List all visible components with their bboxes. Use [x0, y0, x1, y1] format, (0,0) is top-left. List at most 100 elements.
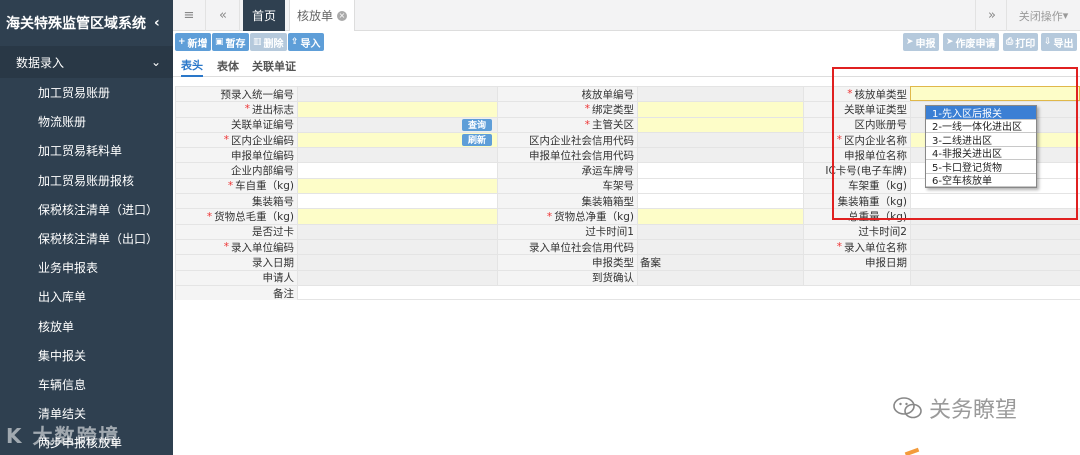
field-input[interactable] [637, 131, 803, 148]
required-marker: * [223, 134, 229, 147]
chevron-left-icon[interactable]: ‹ [154, 15, 160, 31]
tab-bar: ≡ « 首页 核放单 × » 关闭操作 ▾ [173, 0, 1080, 31]
tab-home[interactable]: 首页 [243, 0, 285, 31]
field-input[interactable] [910, 254, 1080, 270]
required-marker: * [206, 210, 213, 223]
sidebar-item[interactable]: 出入库单 [0, 282, 173, 311]
dropdown-option[interactable]: 6-空车核放单 [926, 174, 1036, 187]
upload-icon: ⇪ [291, 37, 299, 47]
sidebar-item[interactable]: 加工贸易账册报核 [0, 166, 173, 195]
export-button[interactable]: ⇩ 导出 [1041, 33, 1077, 51]
close-operations-dropdown[interactable]: 关闭操作 ▾ [1006, 0, 1080, 31]
sidebar-item[interactable]: 物流账册 [0, 107, 173, 136]
field-label-text: 预录入统一编号 [220, 88, 295, 101]
app-window: 海关特殊监管区域系统 ‹ 数据录入 ⌄ 加工贸易账册 物流账册 加工贸易耗料单 加工贸… [0, 0, 1080, 455]
field-input[interactable] [637, 116, 803, 132]
sidebar-item[interactable]: 业务申报表 [0, 253, 173, 282]
field-label: 过卡时间1 [497, 223, 637, 239]
field-label-text: 绑定类型 [592, 103, 634, 116]
field-label-text: 过卡时间2 [858, 226, 907, 239]
nav-list: 加工贸易账册 物流账册 加工贸易耗料单 加工贸易账册报核 保税核注清单（进口） 保税核注清… [0, 78, 173, 455]
field-input[interactable] [637, 238, 803, 255]
add-button[interactable]: + 新增 [175, 33, 211, 51]
field-input[interactable] [637, 177, 803, 194]
tab-related-docs[interactable]: 关联单证 [252, 55, 296, 77]
field-input[interactable] [910, 238, 1080, 255]
tab-scroll-left-icon[interactable]: « [207, 0, 240, 31]
field-input[interactable] [297, 147, 497, 163]
sidebar-item[interactable]: 车辆信息 [0, 370, 173, 399]
tab-scroll-right-icon[interactable]: » [975, 0, 1008, 31]
field-label-text: 申报单位社会信用代码 [529, 149, 634, 162]
tab-header[interactable]: 表头 [181, 55, 203, 77]
add-label: 新增 [187, 38, 208, 50]
toolbar: + 新增 ▣ 暂存 ▥ 删除 ⇪ 导入 ➤ 申报 ➤ 作废申请 ⎙ 打印 ⇩ 导出 [173, 33, 1080, 53]
required-marker: * [836, 241, 842, 254]
field-label: * 录入单位名称 [803, 238, 910, 255]
field-input[interactable] [637, 147, 803, 163]
field-label: 核放单编号 [497, 86, 637, 102]
remark-input[interactable] [297, 284, 1080, 301]
field-input[interactable] [910, 269, 1080, 285]
watermark-right-text: 关务瞭望 [929, 398, 1018, 423]
caret-down-icon: ▾ [1062, 9, 1069, 22]
import-button[interactable]: ⇪ 导入 [288, 33, 324, 51]
field-label: 集装箱号 [175, 193, 297, 209]
field-input[interactable]: 备案 [637, 254, 803, 270]
field-input[interactable] [637, 208, 803, 224]
field-label-text: 承运车牌号 [581, 165, 635, 178]
field-input[interactable]: 查询 [297, 116, 497, 132]
field-label: 到货确认 [497, 269, 637, 285]
field-label-text: 是否过卡 [252, 226, 294, 239]
save-draft-button[interactable]: ▣ 暂存 [212, 33, 249, 51]
sidebar-item[interactable]: 核放单 [0, 312, 173, 341]
field-input[interactable]: 刷新 [297, 131, 497, 148]
close-icon[interactable]: × [337, 10, 347, 21]
field-input[interactable] [297, 238, 497, 255]
field-input[interactable] [637, 86, 803, 102]
sidebar-item[interactable]: 保税核注清单（进口） [0, 195, 173, 224]
field-input[interactable] [297, 269, 497, 285]
refresh-button[interactable]: 刷新 [462, 133, 492, 146]
field-label-text: 过卡时间1 [585, 226, 634, 239]
menu-toggle-icon[interactable]: ≡ [173, 0, 206, 31]
tab-hefangdan[interactable]: 核放单 × [289, 0, 355, 31]
field-input[interactable] [297, 177, 497, 194]
field-input[interactable] [637, 223, 803, 239]
declare-button[interactable]: ➤ 申报 [903, 33, 939, 51]
field-input[interactable] [297, 193, 497, 209]
declare-label: 申报 [915, 38, 936, 50]
field-input[interactable] [297, 162, 497, 178]
field-label: 过卡时间2 [803, 223, 910, 239]
nav-group-data-entry[interactable]: 数据录入 ⌄ [0, 46, 173, 78]
system-title[interactable]: 海关特殊监管区域系统 ‹ [0, 0, 173, 46]
void-apply-button[interactable]: ➤ 作废申请 [943, 33, 999, 51]
field-label-text: 录入单位编码 [231, 241, 294, 254]
field-input[interactable] [637, 101, 803, 117]
field-label: 车架号 [497, 177, 637, 194]
field-label [803, 269, 910, 285]
query-button[interactable]: 查询 [462, 118, 492, 131]
sidebar-item[interactable]: 集中报关 [0, 341, 173, 370]
required-marker: * [584, 103, 590, 116]
field-label-text: 录入单位名称 [844, 241, 907, 254]
field-input[interactable] [637, 193, 803, 209]
field-input[interactable] [637, 269, 803, 285]
field-input[interactable] [637, 162, 803, 178]
field-input[interactable] [297, 101, 497, 117]
sidebar-item[interactable]: 加工贸易耗料单 [0, 136, 173, 165]
release-type-dropdown[interactable]: 1-先入区后报关 2-一线一体化进出区 3-二线进出区 4-非报关进出区 5-卡口登记货… [925, 105, 1037, 188]
delete-button[interactable]: ▥ 删除 [250, 33, 287, 51]
field-input[interactable] [910, 223, 1080, 239]
field-label-text: 区内企业社会信用代码 [529, 134, 634, 147]
field-input[interactable] [297, 86, 497, 102]
field-input[interactable] [297, 208, 497, 224]
print-button[interactable]: ⎙ 打印 [1003, 33, 1039, 51]
field-input[interactable] [297, 223, 497, 239]
field-input[interactable] [297, 254, 497, 270]
field-label: 关联单证编号 [175, 116, 297, 132]
sidebar-item[interactable]: 加工贸易账册 [0, 78, 173, 107]
tab-body[interactable]: 表体 [217, 55, 239, 77]
nav-group-label: 数据录入 [16, 55, 65, 70]
sidebar-item[interactable]: 保税核注清单（出口） [0, 224, 173, 253]
